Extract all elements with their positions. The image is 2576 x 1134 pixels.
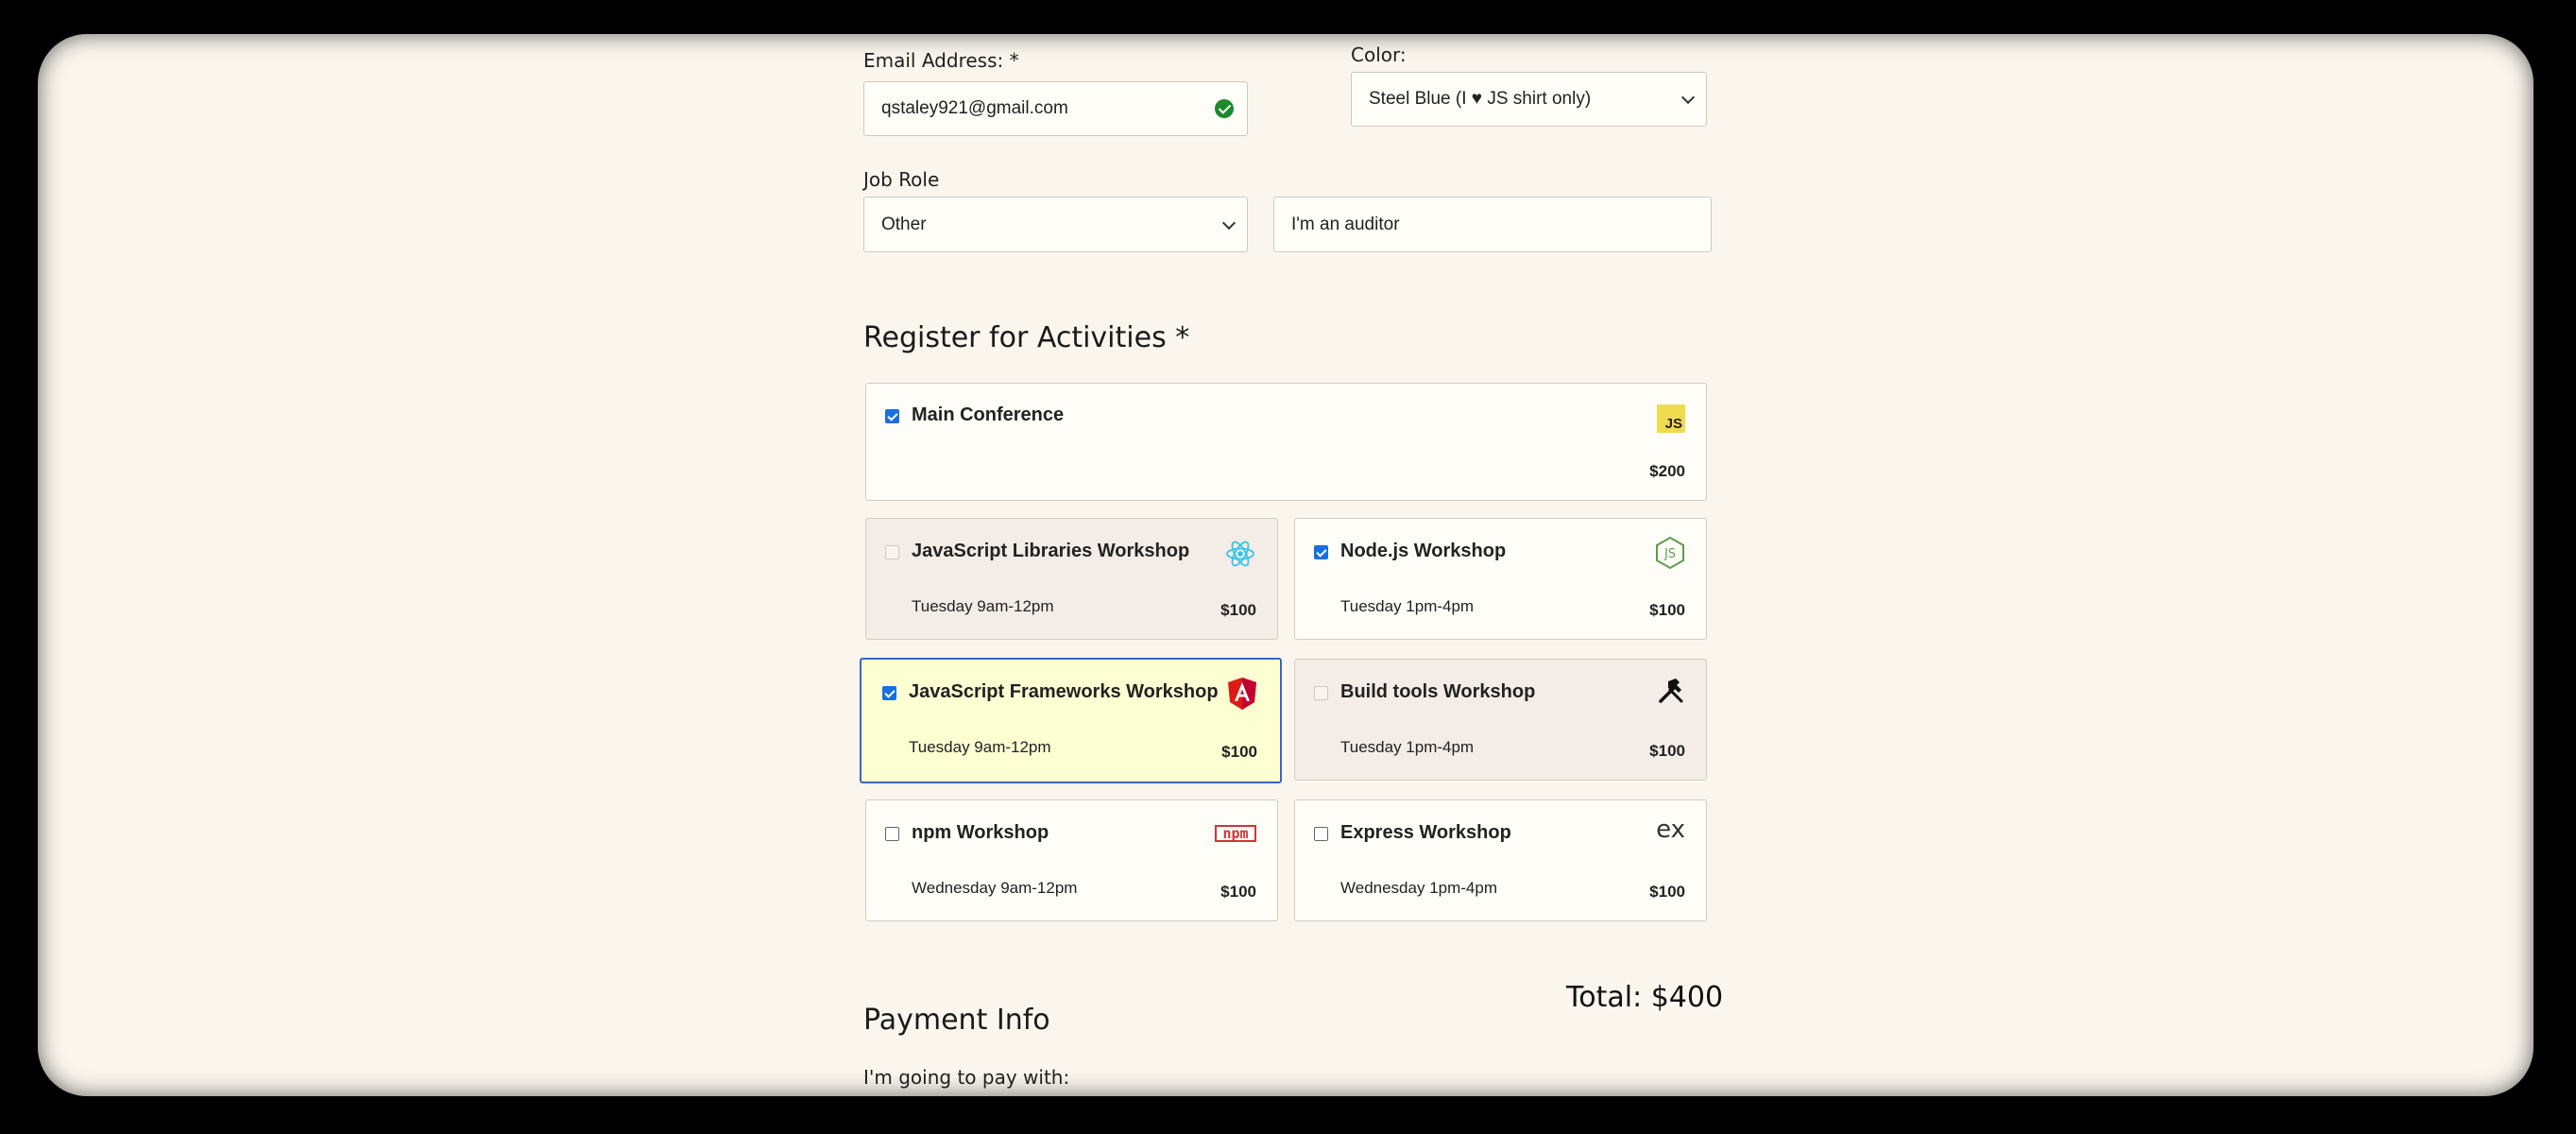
job-role-label: Job Role [863,168,940,191]
activity-time: Tuesday 1pm-4pm [1340,738,1475,756]
activities-heading: Register for Activities * [863,321,1189,354]
js-icon-text: JS [1664,416,1682,432]
check-circle-icon [1215,99,1234,118]
express-icon: ex [1656,816,1685,844]
payment-heading: Payment Info [863,1004,1050,1037]
svg-text:JS: JS [1663,547,1676,561]
activities-total: Total: $400 [1566,981,1724,1014]
activities-heading-text: Register for Activities [863,321,1167,354]
activity-price: $100 [1220,601,1256,619]
activity-title: Build tools Workshop [1340,681,1536,702]
job-role-select-value: Other [881,214,927,234]
activity-checkbox[interactable] [1314,545,1328,559]
activity-checkbox[interactable] [885,409,899,423]
npm-icon: npm [1215,825,1256,842]
react-icon [1224,538,1256,570]
email-label-text: Email Address: [863,49,1004,72]
activity-build-tools[interactable]: Build tools Workshop Tuesday 1pm-4pm $10… [1294,659,1707,781]
activity-checkbox[interactable] [1314,827,1328,841]
activity-title: JavaScript Frameworks Workshop [909,681,1219,702]
activity-time: Tuesday 1pm-4pm [1340,597,1475,615]
activity-checkbox[interactable] [1314,686,1328,700]
activity-title: npm Workshop [912,822,1049,843]
js-icon: JS [1657,404,1685,433]
activity-express[interactable]: Express Workshop ex Wednesday 1pm-4pm $1… [1294,799,1707,921]
activity-js-libraries[interactable]: JavaScript Libraries Workshop Tuesday 9a… [865,518,1278,640]
activity-time: Wednesday 1pm-4pm [1340,879,1497,897]
pay-with-label: I'm going to pay with: [863,1066,1070,1089]
activity-checkbox[interactable] [885,827,899,841]
activity-price: $100 [1221,743,1257,761]
angular-icon [1227,677,1257,711]
npm-icon-text: npm [1222,824,1249,842]
activity-price: $100 [1220,883,1256,901]
browser-viewport: Email Address: * qstaley921@gmail.com Co… [38,34,2533,1096]
required-mark: * [1175,321,1190,354]
activity-price: $100 [1649,883,1685,901]
job-role-select[interactable]: Other [863,197,1248,252]
activity-js-frameworks[interactable]: JavaScript Frameworks Workshop Tuesday 9… [860,658,1282,783]
activity-checkbox[interactable] [885,545,899,559]
nodejs-icon: JS [1655,536,1685,570]
email-label: Email Address: * [863,49,1019,72]
color-select[interactable]: Steel Blue (I ♥ JS shirt only) [1351,72,1707,127]
activity-title: Express Workshop [1340,822,1511,843]
activity-time: Tuesday 9am-12pm [912,597,1054,615]
required-mark: * [1009,49,1019,72]
activity-price: $100 [1649,601,1685,619]
activity-time: Wednesday 9am-12pm [912,879,1078,897]
activity-title: JavaScript Libraries Workshop [912,541,1190,561]
activity-npm[interactable]: npm Workshop npm Wednesday 9am-12pm $100 [865,799,1278,921]
activity-price: $100 [1649,742,1685,760]
activity-main-conference[interactable]: Main Conference JS $200 [865,383,1707,501]
color-select-value: Steel Blue (I ♥ JS shirt only) [1369,89,1592,109]
activity-title: Node.js Workshop [1340,541,1507,561]
email-value: qstaley921@gmail.com [881,98,1068,118]
email-field[interactable]: qstaley921@gmail.com [863,81,1248,136]
activity-time: Tuesday 9am-12pm [909,738,1051,756]
activity-nodejs[interactable]: Node.js Workshop JS Tuesday 1pm-4pm $100 [1294,518,1707,640]
other-job-role-value: I'm an auditor [1291,214,1400,234]
color-label: Color: [1351,43,1407,66]
activity-checkbox[interactable] [882,686,896,700]
activity-price: $200 [1649,462,1685,480]
activity-title: Main Conference [912,404,1065,425]
other-job-role-input[interactable]: I'm an auditor [1273,197,1712,252]
tools-icon [1657,677,1685,705]
